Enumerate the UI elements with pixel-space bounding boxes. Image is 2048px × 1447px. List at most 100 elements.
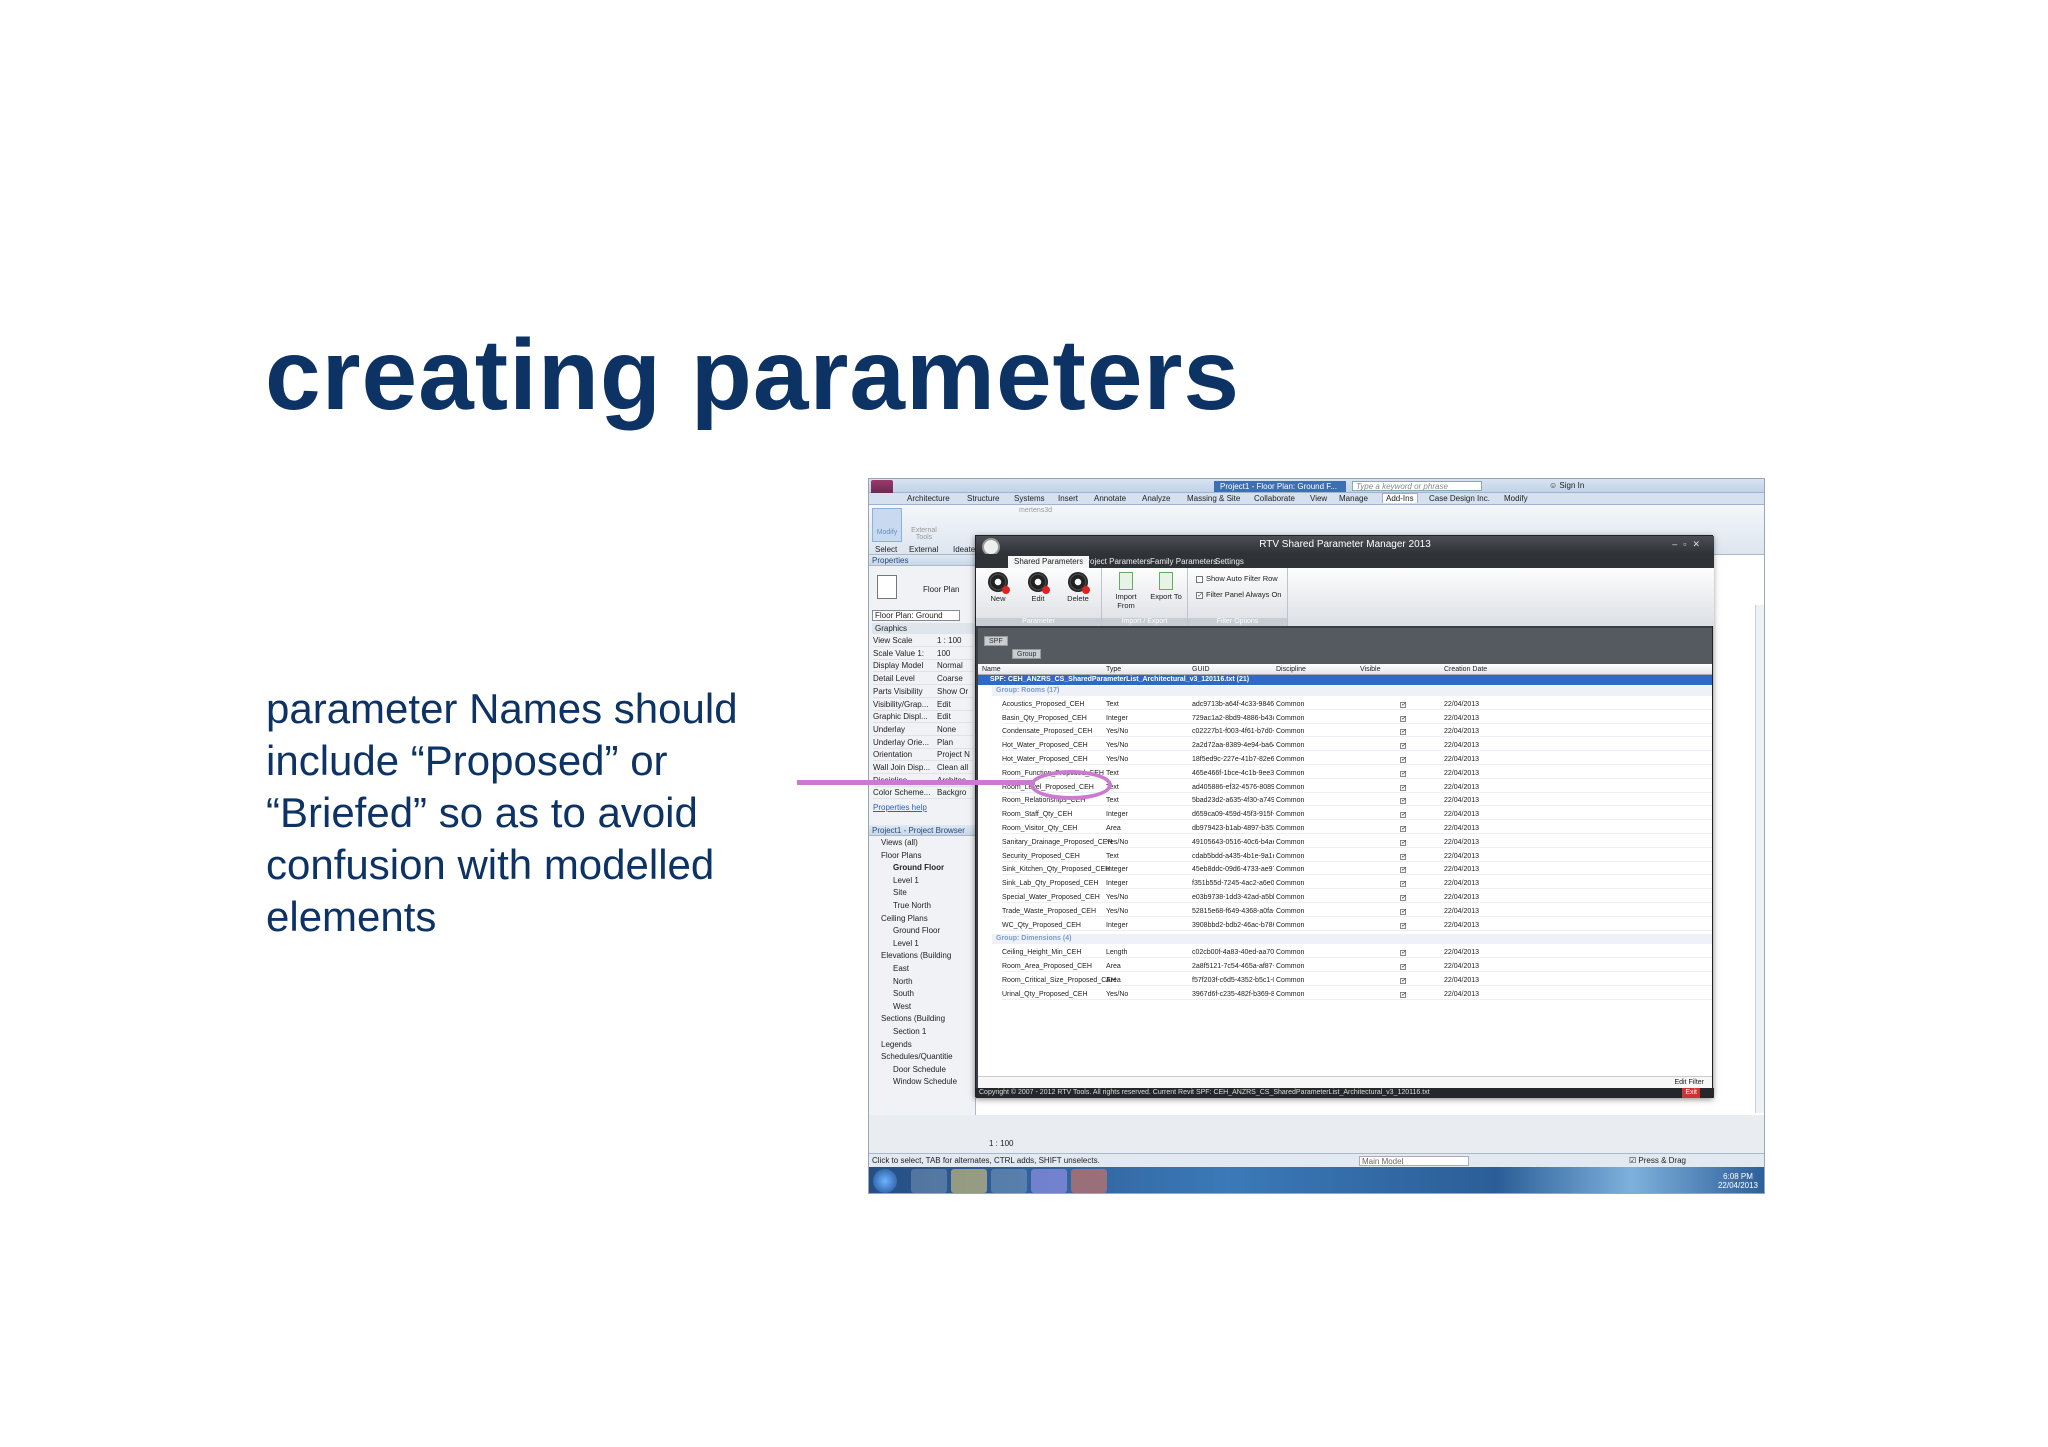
visible-checkbox[interactable]: ✓ <box>1400 852 1406 862</box>
browser-item[interactable]: South <box>873 988 975 1001</box>
browser-item[interactable]: Ground Floor <box>873 862 975 875</box>
vertical-scrollbar[interactable] <box>1755 605 1764 1113</box>
col-name[interactable]: Name <box>982 666 1001 673</box>
tab-architecture[interactable]: Architecture <box>907 494 950 503</box>
tab-structure[interactable]: Structure <box>967 494 999 503</box>
parameter-row[interactable]: Hot_Water_Proposed_CEH Yes/No 18f5ed9c-227… <box>1002 755 1712 765</box>
tab-view[interactable]: View <box>1310 494 1327 503</box>
parameter-row[interactable]: Trade_Waste_Proposed_CEH Yes/No 52815e68-f… <box>1002 907 1712 917</box>
search-input[interactable]: Type a keyword or phrase <box>1352 481 1482 491</box>
property-row[interactable]: Visibility/Grap... Edit <box>873 699 973 711</box>
tab-annotate[interactable]: Annotate <box>1094 494 1126 503</box>
clock[interactable]: 6:08 PM 22/04/2013 <box>1718 1172 1758 1190</box>
parameter-row[interactable]: Urinal_Qty_Proposed_CEH Yes/No 3967d6f-c23… <box>1002 990 1712 1000</box>
tab-systems[interactable]: Systems <box>1014 494 1045 503</box>
view-scale-label[interactable]: 1 : 100 <box>989 1139 1013 1148</box>
properties-selector[interactable]: Floor Plan: Ground <box>872 610 960 621</box>
visible-checkbox[interactable]: ✓ <box>1400 865 1406 875</box>
visible-checkbox[interactable]: ✓ <box>1400 838 1406 848</box>
group-chip-group[interactable]: Group <box>1012 649 1042 659</box>
browser-item[interactable]: North <box>873 976 975 989</box>
explorer-icon[interactable] <box>951 1169 987 1193</box>
property-row[interactable]: Color Scheme... Backgro <box>873 787 973 800</box>
property-row[interactable]: Orientation Project N <box>873 749 973 762</box>
external-tools-button[interactable]: External Tools <box>907 527 941 541</box>
parameter-row[interactable]: Condensate_Proposed_CEH Yes/No c02227b1-f0… <box>1002 727 1712 738</box>
exit-button[interactable]: Exit <box>1682 1088 1700 1098</box>
visible-checkbox[interactable]: ✓ <box>1400 962 1406 972</box>
tab-add-ins[interactable]: Add-Ins <box>1382 493 1418 503</box>
visible-checkbox[interactable]: ✓ <box>1400 700 1406 710</box>
browser-item[interactable]: Level 1 <box>873 875 975 888</box>
visible-checkbox[interactable]: ✓ <box>1400 796 1406 806</box>
parameter-row[interactable]: Sink_Lab_Qty_Proposed_CEH Integer f351b55d… <box>1002 879 1712 890</box>
edit-button[interactable]: Edit <box>1020 572 1056 603</box>
property-row[interactable]: Detail Level Coarse <box>873 673 973 686</box>
browser-item[interactable]: Schedules/Quantitie <box>873 1051 975 1064</box>
property-row[interactable]: Display Model Normal <box>873 660 973 673</box>
edit-filter-link[interactable]: Edit Filter <box>978 1076 1712 1088</box>
parameter-row[interactable]: Sanitary_Drainage_Proposed_CEH Yes/No 4910… <box>1002 838 1712 848</box>
modify-button[interactable]: Modify <box>872 508 902 542</box>
visible-checkbox[interactable]: ✓ <box>1400 976 1406 986</box>
tab-insert[interactable]: Insert <box>1058 494 1078 503</box>
visible-checkbox[interactable]: ✓ <box>1400 810 1406 820</box>
filter-panel-checkbox[interactable]: ✓ Filter Panel Always On <box>1196 590 1281 599</box>
sign-in-link[interactable]: ☺ Sign In <box>1549 481 1584 490</box>
tab-manage[interactable]: Manage <box>1339 494 1368 503</box>
visible-checkbox[interactable]: ✓ <box>1400 755 1406 765</box>
property-row[interactable]: Underlay None <box>873 724 973 736</box>
property-row[interactable]: Parts Visibility Show Or <box>873 686 973 698</box>
visible-checkbox[interactable]: ✓ <box>1400 741 1406 751</box>
parameter-row[interactable]: Hot_Water_Proposed_CEH Yes/No 2a2d72aa-838… <box>1002 741 1712 752</box>
delete-button[interactable]: Delete <box>1060 572 1096 603</box>
browser-item[interactable]: Legends <box>873 1039 975 1052</box>
visible-checkbox[interactable]: ✓ <box>1400 783 1406 793</box>
browser-item[interactable]: West <box>873 1001 975 1014</box>
browser-icon[interactable] <box>991 1169 1027 1193</box>
browser-item[interactable]: Section 1 <box>873 1026 975 1039</box>
browser-item[interactable]: Window Schedule <box>873 1076 975 1089</box>
parameter-row[interactable]: Basin_Qty_Proposed_CEH Integer 729ac1a2-8b… <box>1002 714 1712 724</box>
col-guid[interactable]: GUID <box>1192 666 1210 673</box>
browser-item[interactable]: Door Schedule <box>873 1064 975 1077</box>
visible-checkbox[interactable]: ✓ <box>1400 727 1406 737</box>
parameter-row[interactable]: Special_Water_Proposed_CEH Yes/No e03b9738… <box>1002 893 1712 903</box>
powerpoint-icon[interactable] <box>1071 1169 1107 1193</box>
browser-item[interactable]: Views (all) <box>873 837 975 850</box>
import-from-button[interactable]: Import From <box>1106 572 1146 610</box>
browser-item[interactable]: Ceiling Plans <box>873 913 975 926</box>
tab-analyze[interactable]: Analyze <box>1142 494 1170 503</box>
parameter-row[interactable]: Security_Proposed_CEH Text cdab5bdd-a435-4… <box>1002 852 1712 862</box>
col-type[interactable]: Type <box>1106 666 1121 673</box>
browser-item[interactable]: Floor Plans <box>873 850 975 863</box>
parameter-row[interactable]: Sink_Kitchen_Qty_Proposed_CEH Integer 45eb… <box>1002 865 1712 876</box>
property-row[interactable]: Scale Value 1: 100 <box>873 648 973 660</box>
visible-checkbox[interactable]: ✓ <box>1400 893 1406 903</box>
parameter-row[interactable]: Ceiling_Height_Min_CEH Length c02cb00f-4a8… <box>1002 948 1712 959</box>
group-row[interactable]: Group: Dimensions (4) <box>992 934 1712 945</box>
spf-group-row[interactable]: SPF: CEH_ANZRS_CS_SharedParameterList_Ar… <box>978 675 1712 685</box>
show-auto-filter-checkbox[interactable]: Show Auto Filter Row <box>1196 574 1278 583</box>
parameter-row[interactable]: Room_Staff_Qty_CEH Integer d659ca09-459d-4… <box>1002 810 1712 821</box>
property-row[interactable]: View Scale 1 : 100 <box>873 635 973 647</box>
parameter-row[interactable]: WC_Qty_Proposed_CEH Integer 3908bbd2-bdb2-… <box>1002 921 1712 931</box>
property-row[interactable]: Graphic Displ... Edit <box>873 711 973 724</box>
parameter-row[interactable]: Room_Area_Proposed_CEH Area 2a8f5121-7c54-… <box>1002 962 1712 972</box>
group-chip-spf[interactable]: SPF <box>984 636 1008 646</box>
col-creation-date[interactable]: Creation Date <box>1444 666 1487 673</box>
parameter-row[interactable]: Room_Function_Proposed_CEH Text 465e466f-1… <box>1002 769 1712 779</box>
browser-item[interactable]: Sections (Building <box>873 1013 975 1026</box>
visible-checkbox[interactable]: ✓ <box>1400 769 1406 779</box>
start-button[interactable] <box>873 1169 897 1193</box>
taskbar-app-icon[interactable] <box>911 1169 947 1193</box>
visible-checkbox[interactable]: ✓ <box>1400 879 1406 889</box>
browser-item[interactable]: Site <box>873 887 975 900</box>
tab-massing-site[interactable]: Massing & Site <box>1187 494 1240 503</box>
browser-item[interactable]: East <box>873 963 975 976</box>
tab-modify[interactable]: Modify <box>1504 494 1528 503</box>
visible-checkbox[interactable]: ✓ <box>1400 948 1406 958</box>
browser-item[interactable]: Level 1 <box>873 938 975 951</box>
export-to-button[interactable]: Export To <box>1146 572 1186 601</box>
model-select[interactable]: Main Model <box>1359 1156 1469 1166</box>
